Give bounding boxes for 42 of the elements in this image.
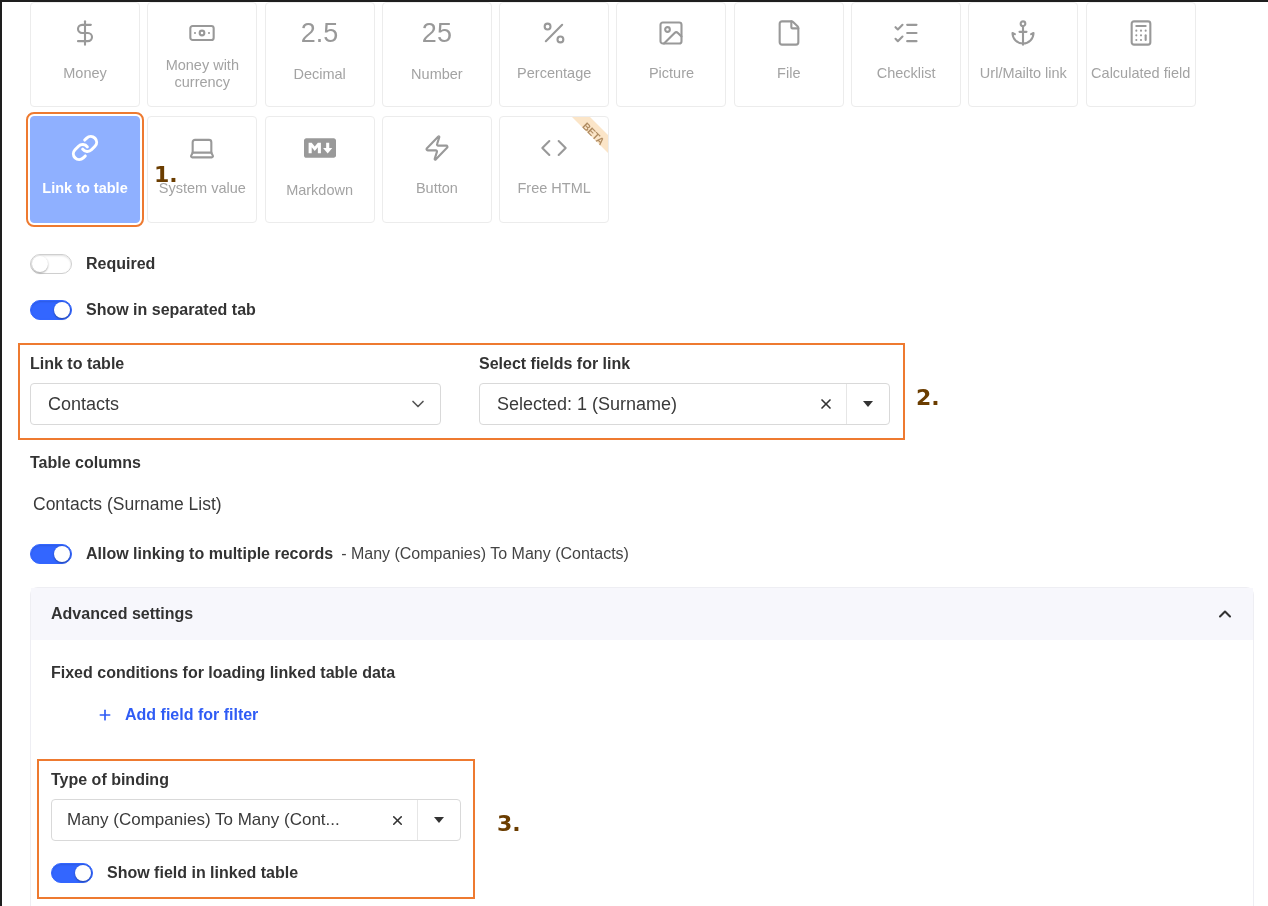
section-label: Table columns: [30, 454, 141, 471]
select-field[interactable]: Contacts: [30, 383, 441, 425]
field-type-tile[interactable]: Money: [30, 2, 140, 107]
field-type-tile[interactable]: 25 Number: [381, 2, 492, 107]
field-type-tile[interactable]: Markdown: [264, 116, 375, 223]
toggle-switch[interactable]: [30, 544, 72, 564]
field-type-tile[interactable]: Button: [381, 116, 492, 223]
toggle-switch[interactable]: [51, 863, 93, 883]
relation-note: - Many (Companies) To Many (Contacts): [341, 545, 629, 563]
field-label: Select fields for link: [479, 355, 632, 373]
number-glyph: 25: [421, 17, 452, 48]
field-type-tile[interactable]: Picture: [616, 2, 727, 107]
field-type-tile[interactable]: Percentage: [499, 2, 610, 107]
select-field[interactable]: Many (Companies) To Many (Cont...: [51, 799, 461, 841]
field-type-tile[interactable]: Money with currency: [147, 2, 258, 107]
add-filter-link[interactable]: Add field for filter: [97, 706, 259, 724]
toggle-switch[interactable]: [30, 300, 72, 320]
number-glyph: 2.5: [300, 17, 339, 48]
section-label: Fixed conditions for loading linked table data: [51, 664, 396, 681]
link-icon: [71, 133, 99, 162]
field-type-tile[interactable]: Checklist: [851, 2, 962, 107]
clear-icon[interactable]: [818, 396, 834, 412]
toggle-label: Show in separated tab: [86, 301, 256, 319]
caret-icon: [863, 401, 873, 407]
toggle-label: Show field in linked table: [107, 864, 299, 882]
annotation-number: 2.: [916, 385, 940, 410]
plus-icon: [97, 707, 113, 723]
field-type-tile[interactable]: Calculated field: [1085, 2, 1196, 107]
toggle-label: Allow linking to multiple records: [86, 545, 334, 563]
annotation-number: 3.: [497, 811, 521, 836]
accordion-header[interactable]: Advanced settings: [31, 588, 1253, 640]
image-icon: [657, 18, 686, 47]
select-field[interactable]: Selected: 1 (Surname): [479, 383, 890, 425]
accordion-title: Advanced settings: [51, 605, 194, 623]
field-label: Type of binding: [51, 771, 170, 789]
field-type-tile[interactable]: Url/Mailto link: [968, 2, 1079, 107]
caret-icon: [434, 817, 444, 823]
field-label: Link to table: [30, 355, 126, 373]
field-type-tile[interactable]: 2.5 Decimal: [264, 2, 375, 107]
field-type-tile[interactable]: File: [733, 2, 844, 107]
toggle-label: Required: [86, 255, 156, 273]
table-columns-value: Contacts (Surname List): [33, 494, 223, 515]
